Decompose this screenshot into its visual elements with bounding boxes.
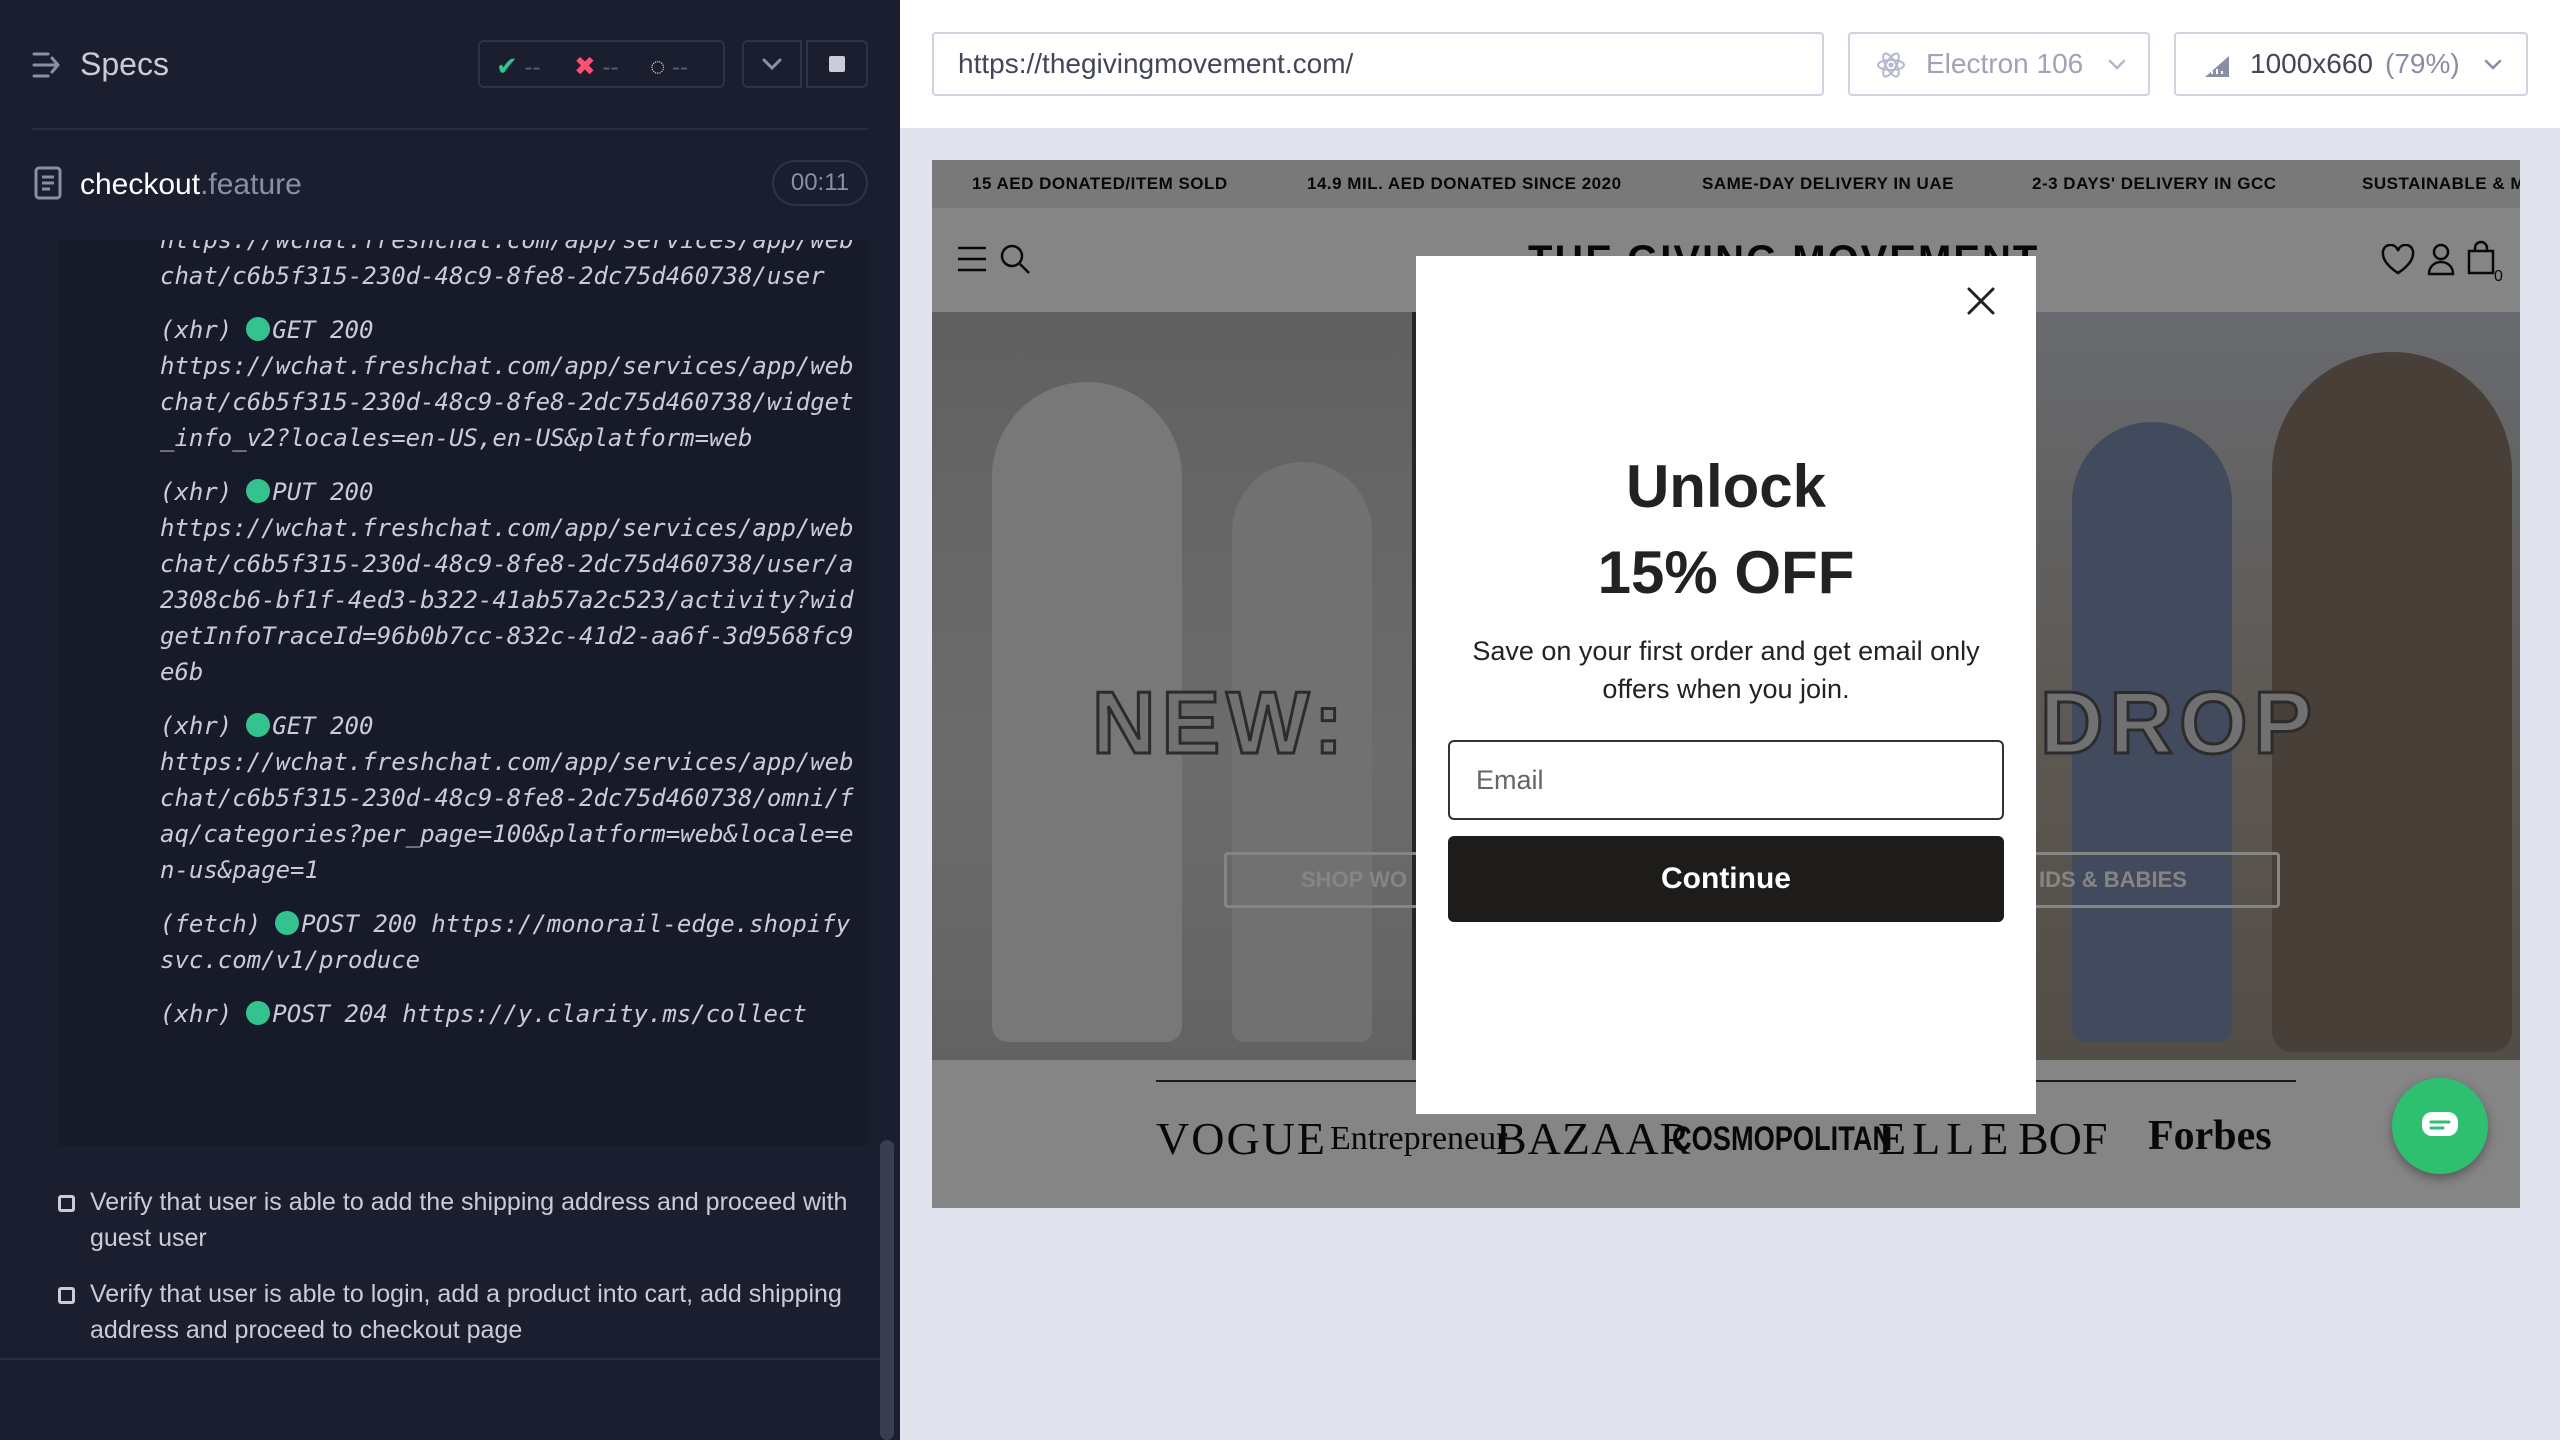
stop-button[interactable] [806,40,868,88]
header-divider [32,128,868,130]
status-dot-icon [275,911,300,935]
url-bar[interactable]: https://thegivingmovement.com/ [932,32,1824,96]
chat-button[interactable] [2392,1078,2488,1174]
test-item[interactable]: Verify that user is able to add the ship… [58,1184,858,1256]
test-status-icon [58,1195,75,1212]
continue-button[interactable]: Continue [1448,836,2004,922]
log-entry[interactable]: (xhr) PUT 200 https://wchat.freshchat.com… [160,474,860,690]
chevron-down-icon [2108,59,2126,70]
failed-stat: ✖ -- [574,51,619,81]
test-item[interactable]: Verify that user is able to login, add a… [58,1276,858,1348]
discount-modal: Unlock 15% OFF Save on your first order … [1416,256,2036,1114]
status-dot-icon [246,317,271,341]
passed-stat: ✔ -- [496,51,541,81]
aut-iframe[interactable]: 15 AED DONATED/ITEM SOLD 14.9 MIL. AED D… [932,160,2520,1208]
collapse-button[interactable] [742,40,802,88]
document-icon [34,166,62,200]
chevron-down-icon [762,58,782,71]
modal-subtitle: Save on your first order and get email o… [1472,636,1980,704]
specs-title: Specs [80,46,169,82]
chat-icon [2422,1112,2458,1136]
ruler-icon [2205,56,2229,77]
check-icon: ✔ [496,51,518,81]
reporter-panel: Specs ✔ -- ✖ -- ◌ -- checkout.feature 00… [0,0,900,1440]
divider [0,1358,880,1360]
status-dot-icon [246,479,271,503]
log-entry[interactable]: (xhr) GET 200 https://wchat.freshchat.com… [160,312,860,456]
chevron-down-icon [2484,59,2502,70]
log-entry[interactable]: (xhr) POST 204 https://y.clarity.ms/colle… [160,996,860,1032]
stats-box: ✔ -- ✖ -- ◌ -- [478,40,725,88]
pending-stat: ◌ -- [650,51,689,81]
email-field[interactable]: Email [1448,740,2004,820]
command-log[interactable]: https://wchat.freshchat.com/app/services… [58,240,868,1146]
specs-header: Specs ✔ -- ✖ -- ◌ -- [0,0,900,130]
modal-title-line2: 15% OFF [1597,539,1855,606]
spinner-icon: ◌ [650,51,666,81]
spec-file-name: checkout.feature [80,168,302,201]
browser-selector[interactable]: Electron 106 [1848,32,2150,96]
browser-toolbar: https://thegivingmovement.com/ Electron … [900,0,2560,128]
spec-duration: 00:11 [772,160,868,206]
close-icon[interactable] [1956,276,2006,326]
specs-toggle-icon[interactable] [32,50,64,80]
log-entry: https://wchat.freshchat.com/app/services… [160,240,854,290]
spec-file-row[interactable]: checkout.feature 00:11 [0,150,900,240]
app-preview-panel: https://thegivingmovement.com/ Electron … [900,0,2560,1440]
status-dot-icon [246,713,271,737]
x-icon: ✖ [574,51,596,81]
modal-title-line1: Unlock [1625,453,1827,520]
reporter-scrollbar[interactable] [880,1140,894,1440]
viewport-selector[interactable]: 1000x660 (79%) [2174,32,2528,96]
log-entry[interactable]: (fetch) POST 200 https://monorail-edge.sh… [160,906,860,978]
stop-icon [829,56,845,72]
status-dot-icon [246,1001,271,1025]
test-status-icon [58,1287,75,1304]
electron-icon [1877,52,1905,78]
log-entry[interactable]: (xhr) GET 200 https://wchat.freshchat.com… [160,708,860,888]
